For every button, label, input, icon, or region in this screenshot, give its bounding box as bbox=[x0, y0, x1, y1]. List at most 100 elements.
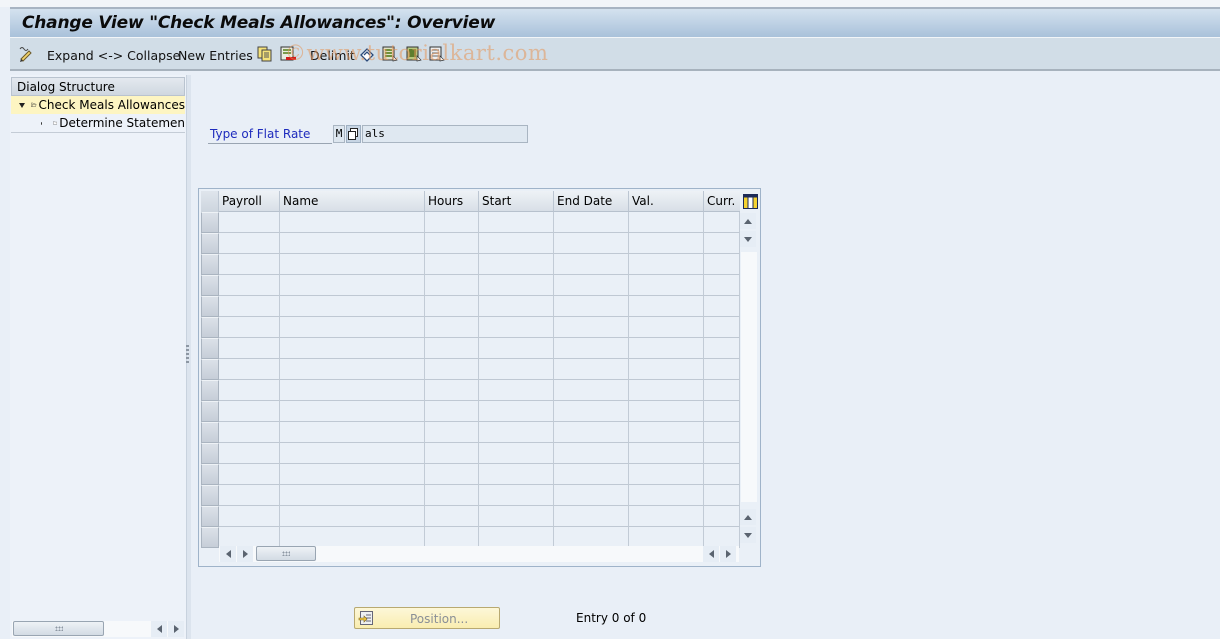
row-selector-button[interactable] bbox=[201, 527, 219, 548]
table-cell-end-date[interactable] bbox=[554, 380, 629, 401]
table-cell-curr[interactable] bbox=[704, 401, 740, 422]
row-selector-button[interactable] bbox=[201, 485, 219, 506]
table-cell-hours[interactable] bbox=[425, 233, 479, 254]
table-cell-payroll[interactable] bbox=[219, 275, 280, 296]
tree-item-check-meals-allowances[interactable]: Check Meals Allowances bbox=[11, 96, 185, 114]
table-cell-name[interactable] bbox=[280, 380, 425, 401]
table-cell-name[interactable] bbox=[280, 401, 425, 422]
table-cell-name[interactable] bbox=[280, 485, 425, 506]
scroll-right-button[interactable] bbox=[237, 546, 253, 562]
table-cell-hours[interactable] bbox=[425, 338, 479, 359]
table-cell-curr[interactable] bbox=[704, 380, 740, 401]
table-cell-hours[interactable] bbox=[425, 485, 479, 506]
table-cell-curr[interactable] bbox=[704, 359, 740, 380]
table-cell-curr[interactable] bbox=[704, 254, 740, 275]
table-cell-curr[interactable] bbox=[704, 275, 740, 296]
table-cell-end-date[interactable] bbox=[554, 275, 629, 296]
table-cell-val[interactable] bbox=[629, 506, 704, 527]
table-cell-payroll[interactable] bbox=[219, 380, 280, 401]
row-selector-button[interactable] bbox=[201, 506, 219, 527]
table-cell-val[interactable] bbox=[629, 359, 704, 380]
position-button[interactable]: Position... bbox=[354, 607, 500, 629]
select-all-rows-button[interactable] bbox=[201, 191, 219, 212]
table-cell-start[interactable] bbox=[479, 275, 554, 296]
deselect-all-icon[interactable] bbox=[429, 46, 445, 62]
delimit-button[interactable]: Delimit bbox=[310, 46, 355, 64]
type-of-flat-rate-text-field[interactable]: als bbox=[362, 125, 528, 143]
table-cell-name[interactable] bbox=[280, 233, 425, 254]
table-cell-end-date[interactable] bbox=[554, 254, 629, 275]
table-cell-name[interactable] bbox=[280, 296, 425, 317]
column-header-hours[interactable]: Hours bbox=[425, 191, 479, 212]
value-help-button[interactable] bbox=[346, 125, 361, 143]
scroll-left-button[interactable] bbox=[220, 546, 236, 562]
table-cell-val[interactable] bbox=[629, 254, 704, 275]
table-cell-start[interactable] bbox=[479, 212, 554, 233]
table-cell-start[interactable] bbox=[479, 443, 554, 464]
table-cell-start[interactable] bbox=[479, 359, 554, 380]
table-cell-name[interactable] bbox=[280, 254, 425, 275]
table-cell-val[interactable] bbox=[629, 233, 704, 254]
scroll-page-down-button[interactable] bbox=[740, 231, 756, 247]
undo-icon[interactable] bbox=[359, 46, 375, 62]
table-cell-curr[interactable] bbox=[704, 506, 740, 527]
row-selector-button[interactable] bbox=[201, 443, 219, 464]
table-cell-start[interactable] bbox=[479, 233, 554, 254]
table-cell-start[interactable] bbox=[479, 422, 554, 443]
table-cell-curr[interactable] bbox=[704, 464, 740, 485]
table-cell-name[interactable] bbox=[280, 464, 425, 485]
tree-item-determine-statement[interactable]: Determine Statemen bbox=[11, 114, 185, 132]
table-horizontal-scrollbar[interactable] bbox=[219, 546, 739, 562]
table-cell-payroll[interactable] bbox=[219, 233, 280, 254]
table-cell-name[interactable] bbox=[280, 338, 425, 359]
table-cell-hours[interactable] bbox=[425, 401, 479, 422]
table-cell-curr[interactable] bbox=[704, 233, 740, 254]
table-cell-curr[interactable] bbox=[704, 485, 740, 506]
table-cell-curr[interactable] bbox=[704, 527, 740, 548]
table-cell-start[interactable] bbox=[479, 254, 554, 275]
column-header-val[interactable]: Val. bbox=[629, 191, 704, 212]
table-cell-end-date[interactable] bbox=[554, 506, 629, 527]
scroll-left-button[interactable] bbox=[151, 621, 167, 637]
row-selector-button[interactable] bbox=[201, 464, 219, 485]
table-cell-payroll[interactable] bbox=[219, 485, 280, 506]
column-header-start[interactable]: Start bbox=[479, 191, 554, 212]
scrollbar-thumb[interactable] bbox=[256, 546, 316, 561]
table-cell-payroll[interactable] bbox=[219, 422, 280, 443]
row-selector-button[interactable] bbox=[201, 359, 219, 380]
splitter-grip-icon[interactable] bbox=[186, 345, 189, 363]
row-selector-button[interactable] bbox=[201, 401, 219, 422]
table-cell-hours[interactable] bbox=[425, 254, 479, 275]
scroll-up-button[interactable] bbox=[740, 213, 756, 229]
table-cell-name[interactable] bbox=[280, 359, 425, 380]
table-cell-payroll[interactable] bbox=[219, 212, 280, 233]
scroll-page-up-button[interactable] bbox=[740, 509, 756, 525]
table-cell-curr[interactable] bbox=[704, 212, 740, 233]
table-cell-payroll[interactable] bbox=[219, 443, 280, 464]
row-selector-button[interactable] bbox=[201, 317, 219, 338]
row-selector-button[interactable] bbox=[201, 275, 219, 296]
table-cell-name[interactable] bbox=[280, 527, 425, 548]
table-cell-start[interactable] bbox=[479, 401, 554, 422]
table-cell-hours[interactable] bbox=[425, 296, 479, 317]
scroll-right-button[interactable] bbox=[168, 621, 184, 637]
table-cell-payroll[interactable] bbox=[219, 338, 280, 359]
table-cell-hours[interactable] bbox=[425, 506, 479, 527]
table-cell-end-date[interactable] bbox=[554, 359, 629, 380]
table-cell-payroll[interactable] bbox=[219, 296, 280, 317]
row-selector-button[interactable] bbox=[201, 338, 219, 359]
edit-toggle-icon[interactable] bbox=[18, 46, 34, 62]
table-cell-curr[interactable] bbox=[704, 443, 740, 464]
expand-collapse-button[interactable]: Expand <-> Collapse bbox=[47, 46, 180, 64]
table-cell-start[interactable] bbox=[479, 506, 554, 527]
table-cell-start[interactable] bbox=[479, 338, 554, 359]
table-cell-name[interactable] bbox=[280, 506, 425, 527]
table-cell-val[interactable] bbox=[629, 527, 704, 548]
column-header-end-date[interactable]: End Date bbox=[554, 191, 629, 212]
table-cell-hours[interactable] bbox=[425, 527, 479, 548]
table-cell-hours[interactable] bbox=[425, 275, 479, 296]
table-cell-payroll[interactable] bbox=[219, 464, 280, 485]
table-cell-payroll[interactable] bbox=[219, 527, 280, 548]
table-cell-end-date[interactable] bbox=[554, 338, 629, 359]
table-cell-payroll[interactable] bbox=[219, 317, 280, 338]
